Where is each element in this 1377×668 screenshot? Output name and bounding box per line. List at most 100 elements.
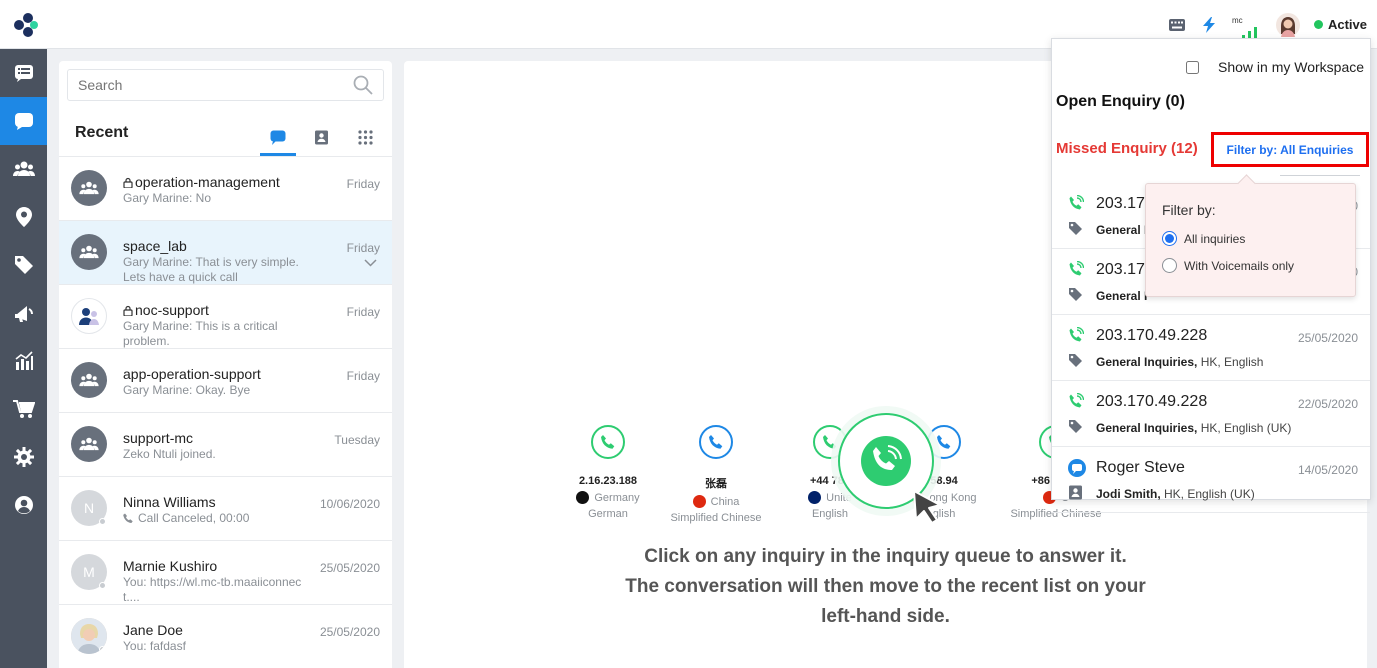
queue-item-language: Simplified Chinese — [670, 512, 762, 524]
list-item[interactable]: M Marnie Kushiro You: https://wl.mc-tb.m… — [59, 541, 392, 605]
radio-all-inquiries[interactable] — [1162, 231, 1177, 246]
item-date: 10/06/2020 — [319, 497, 380, 511]
presence-dot — [99, 518, 106, 525]
sidebar-item-analytics[interactable] — [0, 337, 47, 385]
enquiry-tags: Jodi Smith, HK, English (UK) — [1096, 487, 1255, 501]
filter-popup-title: Filter by: — [1162, 202, 1216, 218]
sidebar-item-broadcast[interactable] — [0, 289, 47, 337]
filter-option-voicemail[interactable]: With Voicemails only — [1162, 258, 1294, 273]
lightning-icon[interactable] — [1200, 16, 1218, 34]
item-preview: Gary Marine: That is very simple. Lets h… — [123, 255, 299, 284]
enquiry-tag-primary: General I — [1096, 223, 1148, 237]
queue-item-language: glish — [932, 508, 956, 520]
list-item[interactable]: Jane Doe You: fafdasf 25/05/2020 — [59, 605, 392, 668]
sidebar-item-tags[interactable] — [0, 241, 47, 289]
group-icon — [79, 437, 99, 451]
list-item[interactable]: support-mc Zeko Ntuli joined. Tuesday — [59, 413, 392, 477]
enquiry-row[interactable]: 203.170.49.228 General Inquiries, HK, Eng… — [1052, 315, 1370, 381]
sidebar-item-settings[interactable] — [0, 433, 47, 481]
phone-icon — [123, 513, 133, 523]
enquiry-tag-rest: HK, English (UK) — [1197, 421, 1292, 435]
item-name: support-mc — [123, 430, 194, 446]
search-icon[interactable] — [353, 75, 373, 95]
tab-contacts[interactable] — [303, 119, 339, 155]
item-name: space_lab — [123, 238, 187, 254]
enquiry-name: 203.170.49.228 — [1096, 327, 1208, 344]
grid-icon — [357, 129, 373, 145]
enquiry-name: 203.17 — [1096, 261, 1145, 278]
queue-item-number: 张磊 — [705, 478, 727, 490]
sidebar-item-cart[interactable] — [0, 385, 47, 433]
letter-avatar: M — [71, 554, 107, 590]
sidebar-item-chat[interactable] — [0, 97, 47, 145]
list-item[interactable]: operation-management Gary Marine: No Fri… — [59, 157, 392, 221]
queue-item-country-text: Germany — [594, 491, 640, 504]
queue-item-number: 2.16.23.188 — [578, 475, 638, 487]
tab-chats[interactable] — [260, 119, 296, 155]
chat-bubble-icon — [1068, 459, 1086, 477]
list-item[interactable]: app-operation-support Gary Marine: Okay.… — [59, 349, 392, 413]
sidebar-item-team[interactable] — [0, 145, 47, 193]
list-item[interactable]: noc-support Gary Marine: This is a criti… — [59, 285, 392, 349]
app-logo[interactable] — [12, 12, 38, 38]
filter-option-all[interactable]: All inquiries — [1162, 231, 1245, 246]
answer-call-button[interactable] — [838, 413, 941, 524]
queue-item[interactable]: 2.16.23.188 Germany German — [548, 425, 668, 520]
item-name: app-operation-support — [123, 366, 261, 382]
item-name: noc-support — [123, 302, 209, 318]
item-date: 25/05/2020 — [319, 561, 380, 575]
group-icon — [79, 245, 99, 259]
sidebar-item-messages[interactable] — [0, 49, 47, 97]
instruction-line-1: Click on any inquiry in the inquiry queu… — [644, 546, 1127, 567]
enquiry-row[interactable]: 203.170.49.228 General Inquiries, HK, Eng… — [1052, 381, 1370, 447]
phone-ringing-icon — [861, 436, 911, 486]
item-date: 25/05/2020 — [319, 625, 380, 639]
queue-item-language: English — [811, 508, 849, 520]
lock-icon — [123, 305, 133, 316]
status-dot — [1313, 20, 1323, 29]
search-box — [67, 69, 384, 101]
sidebar-item-location[interactable] — [0, 193, 47, 241]
item-name-text: noc-support — [135, 302, 209, 318]
filter-option-voicemail-label: With Voicemails only — [1184, 258, 1295, 273]
chat-queue-icon — [699, 425, 733, 459]
enquiry-tags: General I — [1096, 223, 1147, 237]
recent-title: Recent — [75, 124, 129, 141]
filter-popup: Filter by: All inquiries With Voicemails… — [1145, 183, 1356, 297]
item-date: Friday — [346, 241, 380, 255]
tag-icon — [14, 256, 33, 274]
search-input[interactable] — [78, 77, 328, 93]
users-icon — [79, 308, 99, 325]
phone-icon — [1069, 195, 1084, 210]
cart-icon — [12, 400, 35, 418]
filter-button[interactable]: Filter by: All Enquiries — [1211, 132, 1369, 167]
item-preview-text: Call Canceled, 00:00 — [138, 511, 250, 525]
enquiry-tag-primary: General I — [1096, 289, 1148, 303]
enquiry-tag-primary: General Inquiries, — [1096, 355, 1198, 369]
enquiry-tag-rest: HK, English — [1197, 355, 1264, 369]
keyboard-icon[interactable] — [1168, 18, 1186, 32]
enquiry-row[interactable]: Roger Steve Jodi Smith, HK, English (UK) 1… — [1052, 447, 1370, 513]
radio-voicemail-only[interactable] — [1162, 258, 1177, 273]
open-enquiry-title: Open Enquiry (0) — [1056, 93, 1185, 110]
chevron-down-icon[interactable] — [364, 259, 377, 267]
team-icon — [12, 161, 35, 176]
item-name: Ninna Williams — [123, 494, 216, 510]
messages-icon — [14, 65, 33, 82]
queue-item[interactable]: 张磊 China Simplified Chinese — [656, 425, 776, 524]
tag-icon — [1069, 354, 1082, 367]
tab-apps[interactable] — [347, 119, 383, 155]
group-avatar — [71, 362, 107, 398]
sidebar-item-account[interactable] — [0, 481, 47, 529]
enquiry-name: 203.170.49.228 — [1096, 393, 1208, 410]
presence-status[interactable]: Active — [1313, 17, 1367, 32]
phone-queue-icon — [591, 425, 625, 459]
avatar-initial: M — [83, 564, 95, 580]
show-in-workspace[interactable]: Show in my Workspace — [1186, 59, 1364, 75]
item-name: operation-management — [123, 174, 280, 190]
list-item[interactable]: space_lab Gary Marine: That is very simp… — [59, 221, 392, 285]
list-item[interactable]: N Ninna Williams Call Canceled, 00:00 10… — [59, 477, 392, 541]
group-icon — [79, 181, 99, 195]
user-avatar[interactable] — [1275, 12, 1300, 37]
show-in-workspace-checkbox[interactable] — [1186, 60, 1199, 74]
